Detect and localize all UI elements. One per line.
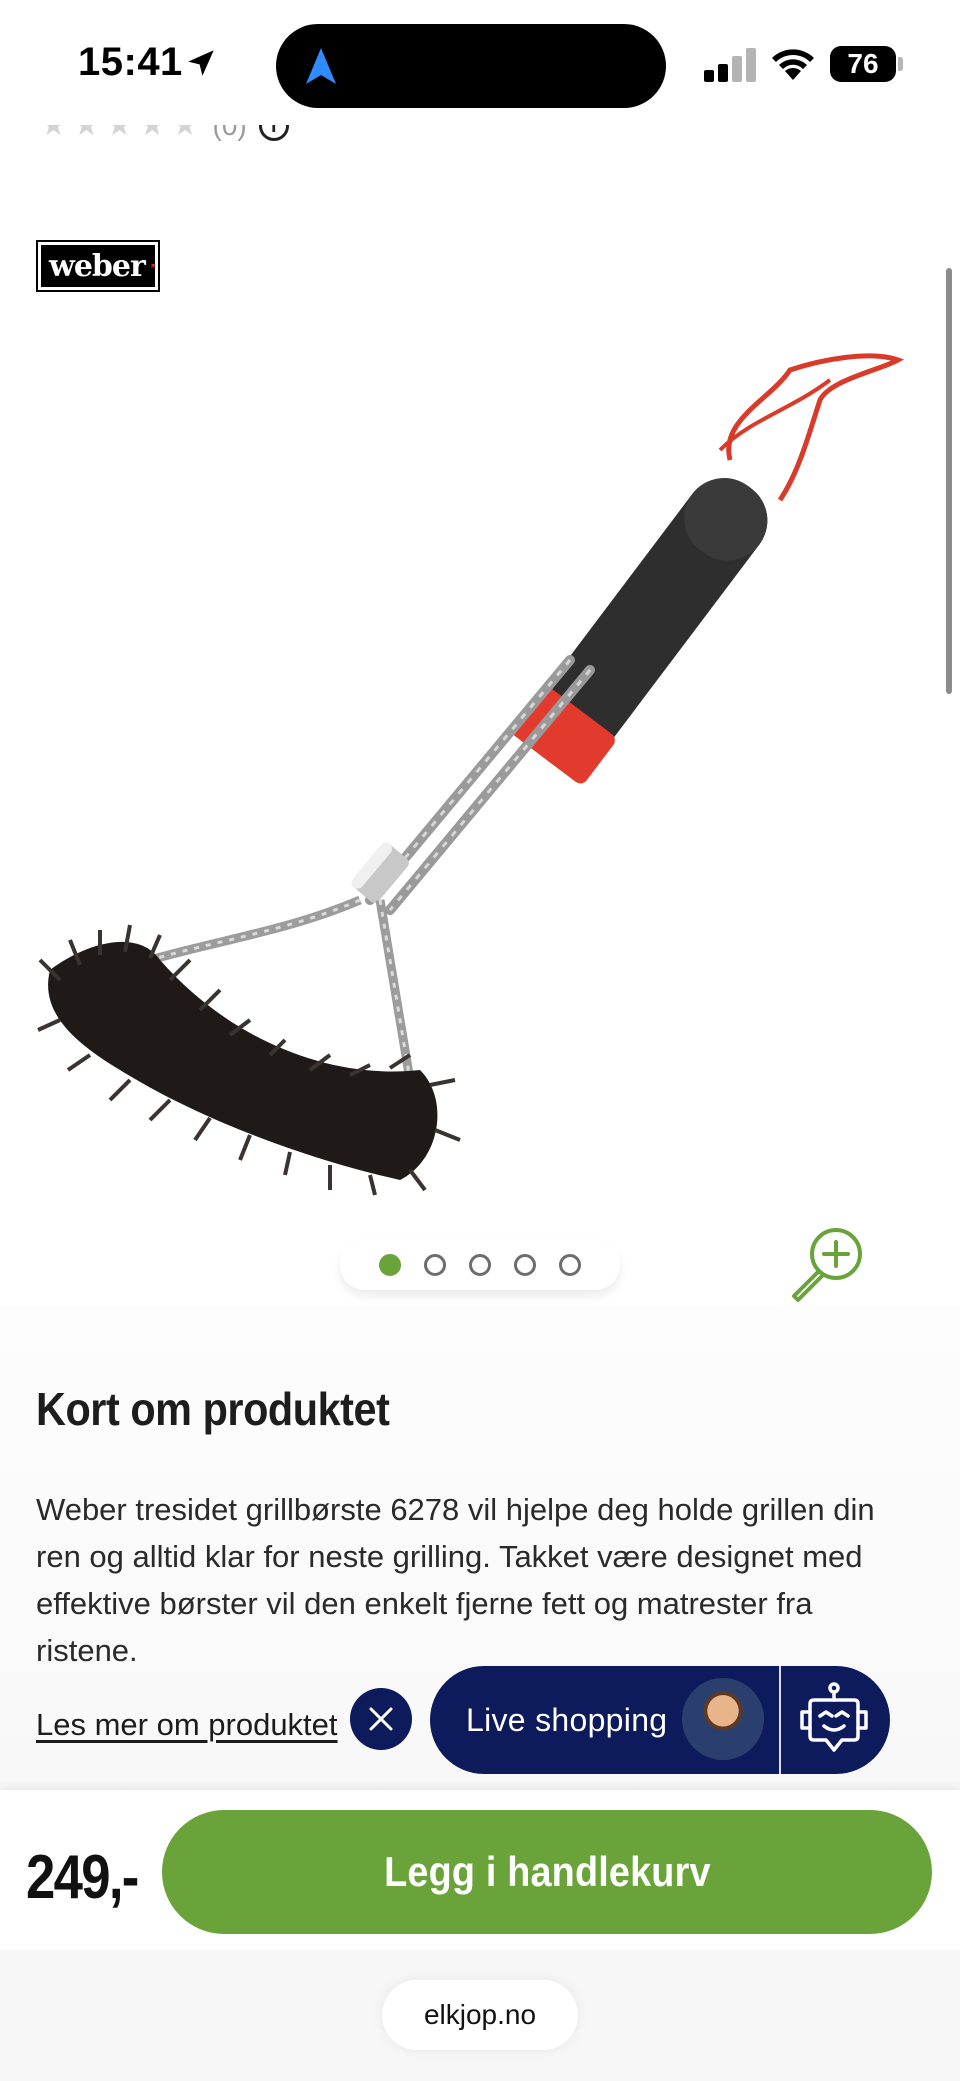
carousel-dot-2[interactable] [424,1254,446,1276]
carousel-dot-3[interactable] [469,1254,491,1276]
read-more-link[interactable]: Les mer om produktet [36,1707,338,1743]
close-icon [369,1707,393,1731]
brand-logo[interactable]: weber [36,240,160,292]
add-to-cart-button[interactable]: Legg i handlekurv [162,1810,932,1934]
product-description: Weber tresidet grillbørste 6278 vil hjel… [36,1492,875,1668]
address-bar[interactable]: elkjop.no [382,1980,578,2050]
cellular-signal-icon [704,48,756,82]
chatbot-icon[interactable] [792,1680,876,1760]
status-bar: 15:41 76 [0,0,960,125]
section-title: Kort om produktet [36,1383,390,1435]
wifi-icon [772,49,814,80]
scroll-indicator[interactable] [946,268,952,694]
kettle-grill-icon [150,263,155,269]
brand-logo-text: weber [49,248,146,284]
product-image-grill-brush[interactable] [30,340,920,1200]
image-carousel-dots[interactable] [340,1240,620,1290]
carousel-dot-4[interactable] [514,1254,536,1276]
divider [779,1666,781,1774]
battery-tip [898,57,903,71]
live-shopping-label: Live shopping [466,1701,668,1738]
location-arrow-icon [188,50,214,76]
zoom-in-icon[interactable] [786,1224,866,1304]
product-price: 249,- [26,1843,139,1912]
battery-indicator: 76 [830,46,896,82]
live-shopping-widget[interactable]: Live shopping [430,1666,890,1774]
host-avatar [682,1678,764,1760]
close-live-shopping-button[interactable] [350,1688,412,1750]
navigation-icon [306,48,336,84]
carousel-dot-5[interactable] [559,1254,581,1276]
clock: 15:41 [78,40,183,84]
dynamic-island [276,24,666,108]
carousel-dot-1[interactable] [379,1254,401,1276]
add-to-cart-label: Legg i handlekurv [383,1848,711,1895]
